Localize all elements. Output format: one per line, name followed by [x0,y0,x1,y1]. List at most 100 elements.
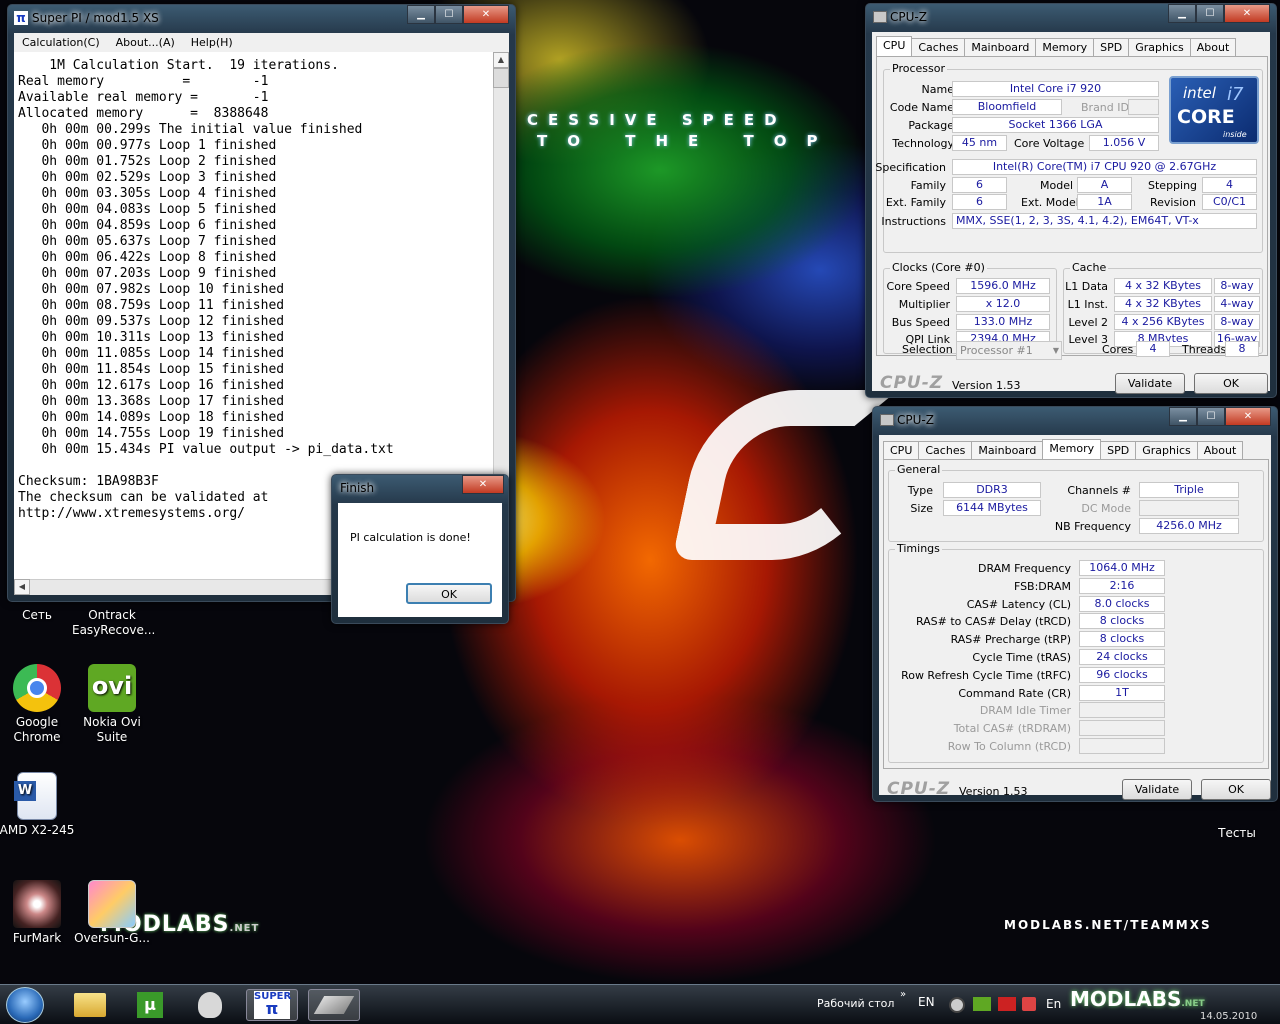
tray-language-icon[interactable]: En [1046,997,1061,1011]
desktop-icon-ontrack[interactable]: Ontrack EasyRecove... [72,608,155,638]
scroll-up-icon[interactable]: ▲ [493,52,509,68]
menu-help[interactable]: Help(H) [183,36,241,49]
desktop-icon-word[interactable]: W AMD X2-245 [0,772,77,838]
tab-mainboard[interactable]: Mainboard [971,441,1044,459]
cpuz2-close-button[interactable]: ✕ [1225,407,1271,426]
console-line: 0h 00m 04.083s Loop 5 finished [18,202,277,217]
console-line: 0h 00m 04.859s Loop 6 finished [18,218,277,233]
tab-caches[interactable]: Caches [911,38,966,56]
desktop-icon-furmark[interactable]: FurMark [0,880,77,946]
taskbar-utorrent-icon[interactable]: µ [124,989,176,1021]
cpuz1-minimize-button[interactable]: ▁ [1168,4,1196,23]
menu-about[interactable]: About...(A) [108,36,183,49]
timing-label: DRAM Frequency [977,562,1071,575]
close-button[interactable]: ✕ [463,5,509,24]
i7-logo-text: i7 [1227,84,1244,105]
extfamily-value: 6 [952,194,1007,210]
finish-ok-button[interactable]: OK [406,583,492,604]
timing-value: 8 clocks [1079,613,1165,630]
tab-memory[interactable]: Memory [1042,439,1102,459]
maximize-button[interactable]: ☐ [435,5,463,24]
finish-close-button[interactable]: ✕ [462,475,504,494]
console-line: 0h 00m 05.637s Loop 7 finished [18,234,277,249]
overflow-chevron-icon[interactable]: » [900,989,906,1000]
tab-about[interactable]: About [1196,441,1244,459]
cpuz2-brand: CPU-Z [887,779,951,799]
console-line: 0h 00m 11.854s Loop 15 finished [18,362,285,377]
cpuz2-minimize-button[interactable]: ▁ [1169,407,1197,426]
finish-body: PI calculation is done! OK [338,503,502,617]
size-label: Size [910,502,933,515]
l1i-way: 4-way [1214,296,1260,312]
tray-ati-icon[interactable] [998,997,1016,1011]
desktop-icon-tests[interactable]: Тесты [1197,826,1277,841]
tab-spd[interactable]: SPD [1100,441,1137,459]
tab-about[interactable]: About [1189,38,1237,56]
revision-label: Revision [1150,196,1196,209]
tab-caches[interactable]: Caches [918,441,973,459]
taskbar-cpuz-icon[interactable] [308,989,360,1021]
menu-calculation[interactable]: Calculation(C) [14,36,108,49]
timing-label: RAS# Precharge (tRP) [950,633,1071,647]
tab-spd[interactable]: SPD [1093,38,1130,56]
console-line: 0h 00m 03.305s Loop 4 finished [18,186,277,201]
console-line: 0h 00m 06.422s Loop 8 finished [18,250,277,265]
tray-modlabs-logo: MODLABS.NET [1070,987,1205,1011]
cpuz1-maximize-button[interactable]: ☐ [1196,4,1224,23]
voltage-value: 1.056 V [1089,135,1159,151]
cpuz1-ok-button[interactable]: OK [1194,373,1268,394]
cpuz2-ok-button[interactable]: OK [1201,779,1271,800]
nbfreq-label: NB Frequency [1054,520,1131,533]
tray-network-icon[interactable] [949,997,965,1013]
language-indicator[interactable]: EN [918,995,935,1009]
desktop-icon-chrome[interactable]: Google Chrome [0,664,77,745]
multiplier-label: Multiplier [898,298,950,311]
technology-label: Technology [892,137,954,150]
desktop-icon-oversun[interactable]: Oversun-G... [72,880,152,946]
cpuz2-validate-button[interactable]: Validate [1122,779,1192,800]
timing-value [1079,720,1165,737]
name-label: Name [921,83,954,96]
cpuz-cpu-window: CPU-Z ▁ ☐ ✕ CPU Caches Mainboard Memory … [865,3,1277,398]
minimize-button[interactable]: ▁ [407,5,435,24]
desktop-icon-ovi[interactable]: ovi Nokia Ovi Suite [72,664,152,745]
scroll-thumb[interactable] [493,68,509,88]
cpuz1-close-button[interactable]: ✕ [1224,4,1270,23]
furmark-icon [13,880,61,928]
selection-dropdown[interactable]: Processor #1 ▼ [956,341,1062,360]
cpuz2-maximize-button[interactable]: ☐ [1197,407,1225,426]
stepping-label: Stepping [1148,179,1198,192]
scroll-left-icon[interactable]: ◀ [14,579,30,595]
cpuz2-tabs: CPU Caches Mainboard Memory SPD Graphics… [883,439,1244,459]
timing-label: DRAM Idle Timer [979,704,1071,718]
superpi-title: Super PI / mod1.5 XS [32,11,159,25]
cpuz1-validate-button[interactable]: Validate [1115,373,1185,394]
tab-graphics[interactable]: Graphics [1128,38,1191,56]
taskbar-alien-icon[interactable] [184,989,236,1021]
console-line: 0h 00m 01.752s Loop 2 finished [18,154,277,169]
tab-cpu[interactable]: CPU [876,36,913,56]
cores-value: 4 [1136,341,1170,357]
processor-group-title: Processor [890,62,947,75]
voltage-label: Core Voltage [1014,137,1085,150]
extmodel-label: Ext. Model [1021,196,1079,209]
finish-dialog: Finish ✕ PI calculation is done! OK [331,474,509,624]
tab-mainboard[interactable]: Mainboard [964,38,1037,56]
cpuz1-version: Version 1.53 [952,379,1021,392]
tray-ovi-icon[interactable] [973,997,991,1011]
clock[interactable]: 14.05.2010 [1200,1011,1257,1022]
show-desktop-label[interactable]: Рабочий стол [817,997,894,1010]
general-group: General Type DDR3 Size 6144 MBytes Chann… [888,463,1264,542]
timing-value: 96 clocks [1079,666,1165,683]
taskbar-explorer-icon[interactable] [64,989,116,1021]
start-button[interactable] [6,987,44,1023]
tray-alert-icon[interactable] [1022,997,1036,1011]
desktop-icon-net[interactable]: Сеть [0,608,77,623]
tab-memory[interactable]: Memory [1035,38,1095,56]
tab-graphics[interactable]: Graphics [1135,441,1198,459]
tab-cpu[interactable]: CPU [883,441,920,459]
timing-value: 2:16 [1079,577,1165,594]
timing-label: Command Rate (CR) [958,686,1071,700]
taskbar-superpi-icon[interactable]: SUPER π [246,989,298,1021]
